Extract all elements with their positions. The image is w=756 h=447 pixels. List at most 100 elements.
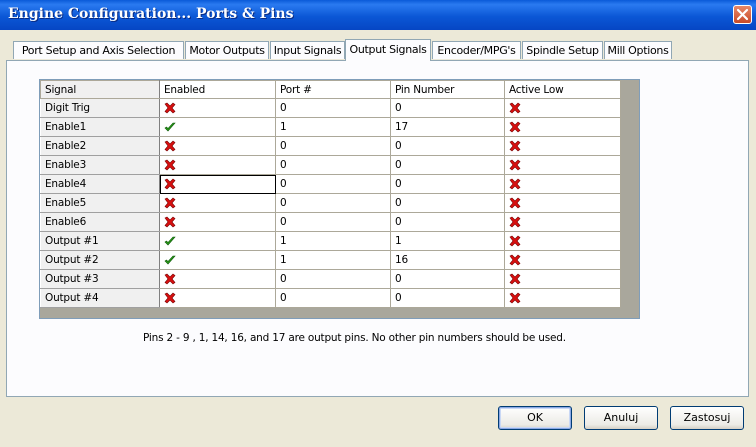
tab-strip: Port Setup and Axis Selection Motor Outp… bbox=[0, 39, 756, 61]
red-x-icon bbox=[164, 216, 176, 228]
tab-input-signals[interactable]: Input Signals bbox=[270, 41, 345, 59]
active-low-cell[interactable] bbox=[504, 136, 621, 156]
port-cell[interactable]: 0 bbox=[275, 174, 391, 194]
window-title: Engine Configuration... Ports & Pins bbox=[8, 6, 294, 22]
signal-name-cell: Enable5 bbox=[40, 193, 160, 213]
close-button[interactable] bbox=[733, 5, 752, 24]
col-header-active-low[interactable]: Active Low bbox=[504, 80, 621, 99]
red-x-icon bbox=[509, 159, 521, 171]
ok-button[interactable]: OK bbox=[498, 406, 572, 430]
title-bar[interactable]: Engine Configuration... Ports & Pins bbox=[0, 0, 756, 30]
red-x-icon bbox=[164, 292, 176, 304]
signal-name-cell: Enable3 bbox=[40, 155, 160, 175]
pin-number-cell[interactable]: 0 bbox=[390, 212, 505, 232]
port-cell[interactable]: 0 bbox=[275, 98, 391, 118]
red-x-icon bbox=[164, 159, 176, 171]
tab-mill-options[interactable]: Mill Options bbox=[604, 41, 672, 59]
table-row[interactable]: Output #3 0 0 bbox=[40, 269, 621, 289]
pin-number-cell[interactable]: 0 bbox=[390, 98, 505, 118]
port-cell[interactable]: 0 bbox=[275, 288, 391, 308]
port-cell[interactable]: 0 bbox=[275, 212, 391, 232]
port-cell[interactable]: 1 bbox=[275, 231, 391, 251]
active-low-cell[interactable] bbox=[504, 117, 621, 137]
enabled-cell[interactable] bbox=[159, 288, 276, 308]
tab-port-setup[interactable]: Port Setup and Axis Selection bbox=[13, 41, 184, 59]
active-low-cell[interactable] bbox=[504, 174, 621, 194]
table-row[interactable]: Enable3 0 0 bbox=[40, 155, 621, 175]
col-header-signal[interactable]: Signal bbox=[40, 80, 160, 99]
enabled-cell[interactable] bbox=[159, 212, 276, 232]
apply-button[interactable]: Zastosuj bbox=[670, 406, 744, 430]
active-low-cell[interactable] bbox=[504, 212, 621, 232]
tab-spindle-setup[interactable]: Spindle Setup bbox=[522, 41, 603, 59]
active-low-cell[interactable] bbox=[504, 98, 621, 118]
red-x-icon bbox=[509, 140, 521, 152]
red-x-icon bbox=[164, 102, 176, 114]
enabled-cell[interactable] bbox=[159, 117, 276, 137]
red-x-icon bbox=[509, 121, 521, 133]
enabled-cell[interactable] bbox=[159, 174, 276, 194]
col-header-port[interactable]: Port # bbox=[275, 80, 391, 99]
active-low-cell[interactable] bbox=[504, 231, 621, 251]
col-header-pin-number[interactable]: Pin Number bbox=[390, 80, 505, 99]
signal-name-cell: Output #4 bbox=[40, 288, 160, 308]
enabled-cell[interactable] bbox=[159, 98, 276, 118]
pin-number-cell[interactable]: 16 bbox=[390, 250, 505, 270]
table-row[interactable]: Enable4 0 0 bbox=[40, 174, 621, 194]
table-row[interactable]: Enable1 1 17 bbox=[40, 117, 621, 137]
enabled-cell[interactable] bbox=[159, 193, 276, 213]
grid-empty-area bbox=[621, 80, 639, 318]
pin-number-cell[interactable]: 0 bbox=[390, 155, 505, 175]
port-cell[interactable]: 1 bbox=[275, 117, 391, 137]
port-cell[interactable]: 0 bbox=[275, 136, 391, 156]
enabled-cell[interactable] bbox=[159, 250, 276, 270]
col-header-enabled[interactable]: Enabled bbox=[159, 80, 276, 99]
pin-number-cell[interactable]: 0 bbox=[390, 288, 505, 308]
red-x-icon bbox=[509, 254, 521, 266]
pin-number-cell[interactable]: 0 bbox=[390, 193, 505, 213]
active-low-cell[interactable] bbox=[504, 288, 621, 308]
enabled-cell[interactable] bbox=[159, 155, 276, 175]
signals-table: Signal Enabled Port # Pin Number Active … bbox=[40, 80, 621, 308]
pin-number-cell[interactable]: 0 bbox=[390, 269, 505, 289]
table-row[interactable]: Output #4 0 0 bbox=[40, 288, 621, 308]
tab-motor-outputs[interactable]: Motor Outputs bbox=[185, 41, 269, 59]
signal-name-cell: Enable1 bbox=[40, 117, 160, 137]
red-x-icon bbox=[509, 273, 521, 285]
table-row[interactable]: Output #2 1 16 bbox=[40, 250, 621, 270]
tab-output-signals[interactable]: Output Signals bbox=[345, 39, 431, 61]
enabled-cell[interactable] bbox=[159, 136, 276, 156]
red-x-icon bbox=[164, 178, 176, 190]
red-x-icon bbox=[509, 102, 521, 114]
active-low-cell[interactable] bbox=[504, 269, 621, 289]
active-low-cell[interactable] bbox=[504, 155, 621, 175]
port-cell[interactable]: 1 bbox=[275, 250, 391, 270]
table-row[interactable]: Digit Trig 0 0 bbox=[40, 98, 621, 118]
red-x-icon bbox=[509, 235, 521, 247]
port-cell[interactable]: 0 bbox=[275, 155, 391, 175]
enabled-cell[interactable] bbox=[159, 231, 276, 251]
table-row[interactable]: Enable2 0 0 bbox=[40, 136, 621, 156]
cancel-button[interactable]: Anuluj bbox=[584, 406, 658, 430]
red-x-icon bbox=[164, 140, 176, 152]
pin-number-cell[interactable]: 0 bbox=[390, 174, 505, 194]
signal-name-cell: Output #1 bbox=[40, 231, 160, 251]
table-row[interactable]: Enable5 0 0 bbox=[40, 193, 621, 213]
pin-number-cell[interactable]: 1 bbox=[390, 231, 505, 251]
close-icon bbox=[736, 8, 749, 21]
active-low-cell[interactable] bbox=[504, 193, 621, 213]
pin-number-cell[interactable]: 0 bbox=[390, 136, 505, 156]
output-signals-grid[interactable]: Signal Enabled Port # Pin Number Active … bbox=[39, 79, 640, 319]
table-row[interactable]: Output #1 1 1 bbox=[40, 231, 621, 251]
table-row[interactable]: Enable6 0 0 bbox=[40, 212, 621, 232]
pin-number-cell[interactable]: 17 bbox=[390, 117, 505, 137]
enabled-cell[interactable] bbox=[159, 269, 276, 289]
active-low-cell[interactable] bbox=[504, 250, 621, 270]
port-cell[interactable]: 0 bbox=[275, 269, 391, 289]
port-cell[interactable]: 0 bbox=[275, 193, 391, 213]
tab-encoder-mpgs[interactable]: Encoder/MPG's bbox=[432, 41, 521, 59]
green-check-icon bbox=[164, 236, 176, 246]
signal-name-cell: Enable6 bbox=[40, 212, 160, 232]
green-check-icon bbox=[164, 255, 176, 265]
red-x-icon bbox=[164, 273, 176, 285]
